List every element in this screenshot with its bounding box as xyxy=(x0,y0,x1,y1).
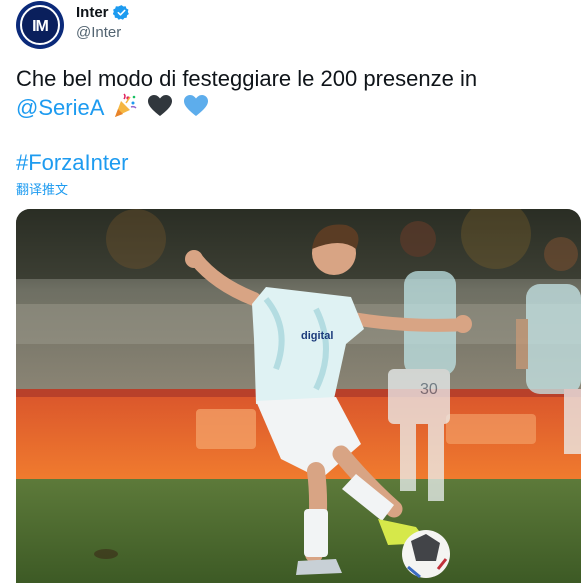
author-handle[interactable]: @Inter xyxy=(76,24,121,41)
mention-link[interactable]: @SerieA xyxy=(16,95,103,120)
tweet-media-photo[interactable]: 30 digital xyxy=(16,209,581,583)
author-name-row: Inter xyxy=(76,4,130,21)
tweet-text-main: Che bel modo di festeggiare le 200 prese… xyxy=(16,66,478,91)
translate-tweet-link[interactable]: 翻译推文 xyxy=(16,179,68,198)
party-popper-icon xyxy=(112,93,138,119)
author-display-name[interactable]: Inter xyxy=(76,4,109,21)
hashtag-link[interactable]: #ForzaInter xyxy=(16,148,129,177)
black-heart-icon xyxy=(147,93,173,119)
author-avatar[interactable]: IM xyxy=(16,1,64,49)
blue-heart-icon xyxy=(183,93,209,119)
jersey-sponsor-text: digital xyxy=(301,330,333,342)
tweet-text: Che bel modo di festeggiare le 200 prese… xyxy=(16,64,576,122)
tweet-card: IM Inter @Inter Che bel modo di festeggi… xyxy=(0,0,587,583)
svg-text:IM: IM xyxy=(32,18,48,35)
svg-text:30: 30 xyxy=(420,381,438,398)
inter-crest-icon: IM xyxy=(20,5,60,45)
verified-badge-icon xyxy=(112,4,130,21)
